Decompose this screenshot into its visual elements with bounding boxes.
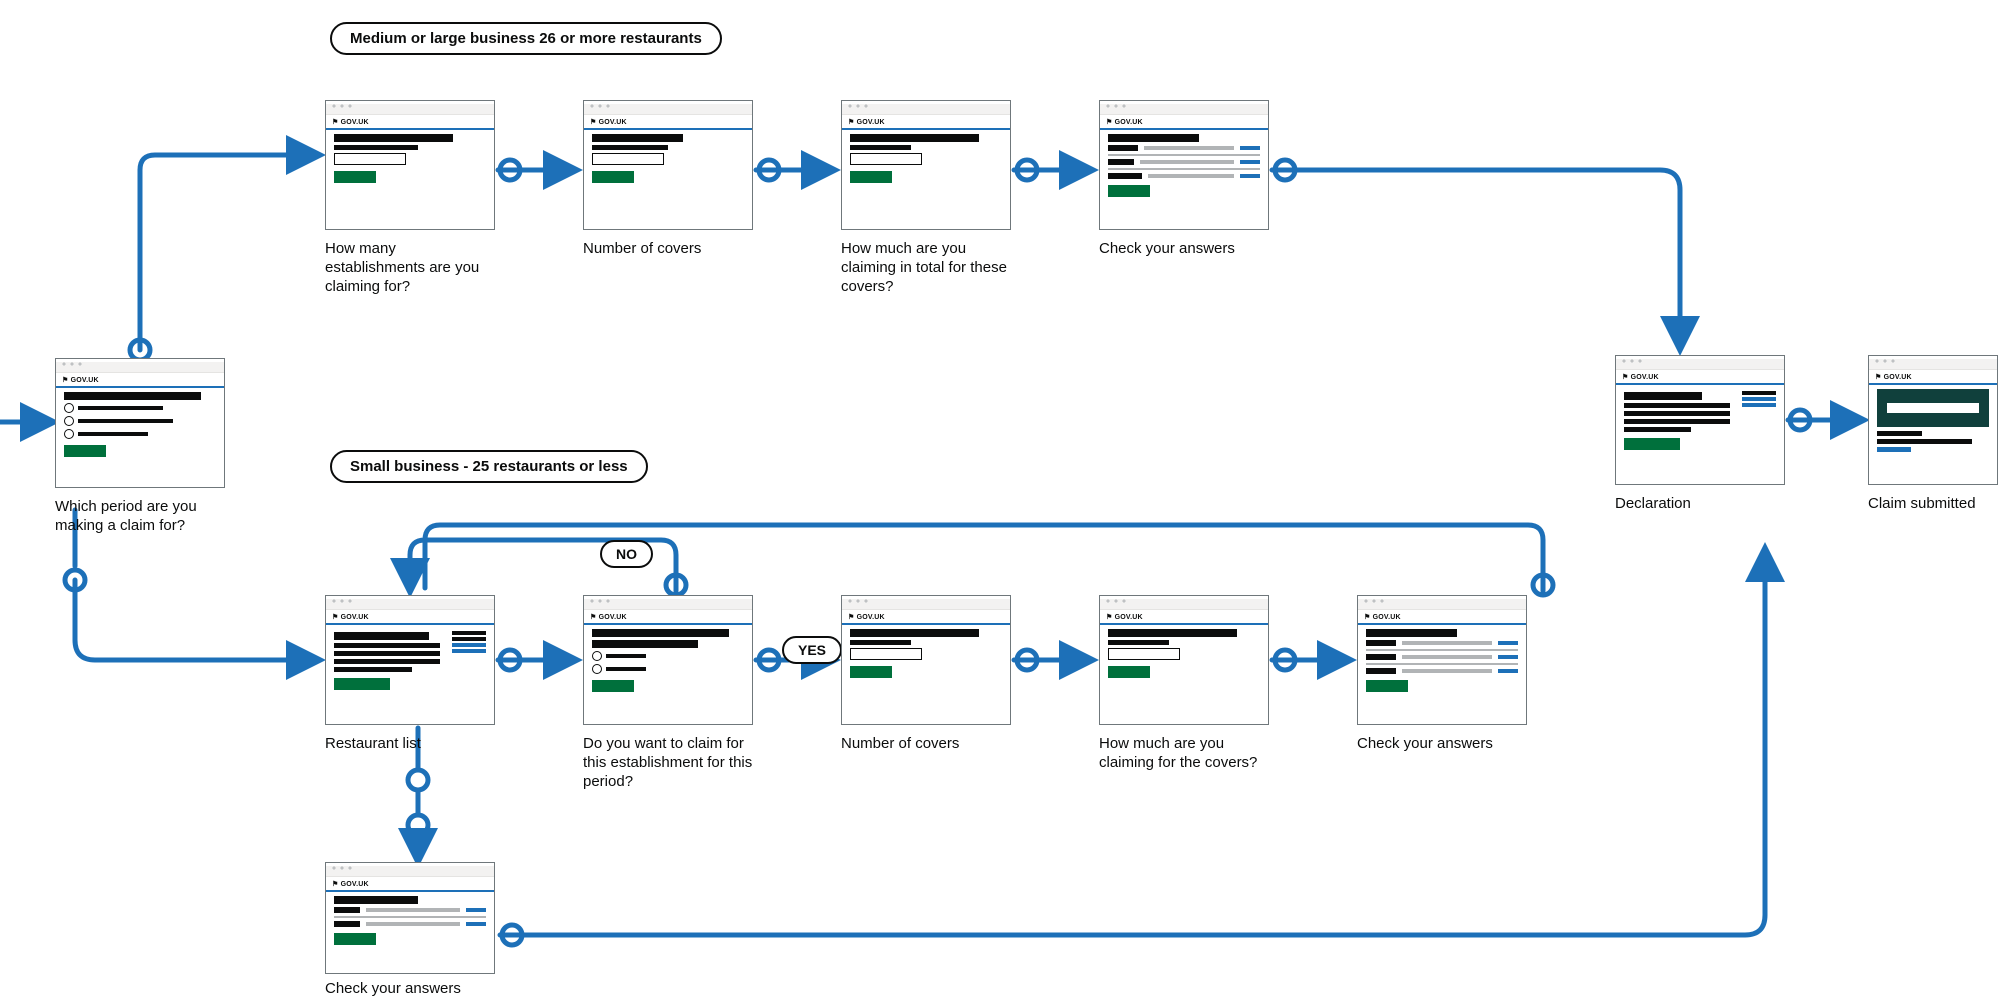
node-large-establishments: ⚑ GOV.UK How many establishments are you… <box>325 100 495 296</box>
govuk-brand: ⚑ GOV.UK <box>584 610 752 623</box>
node-caption: Check your answers <box>1357 735 1527 754</box>
govuk-brand: ⚑ GOV.UK <box>326 877 494 890</box>
decision-no-text: NO <box>616 546 637 562</box>
node-caption: Check your answers <box>325 980 495 999</box>
govuk-brand: ⚑ GOV.UK <box>1869 370 1997 383</box>
govuk-brand: ⚑ GOV.UK <box>584 115 752 128</box>
govuk-brand: ⚑ GOV.UK <box>1100 610 1268 623</box>
govuk-brand: ⚑ GOV.UK <box>842 115 1010 128</box>
node-caption: How many establishments are you claiming… <box>325 240 495 296</box>
govuk-brand: ⚑ GOV.UK <box>1100 115 1268 128</box>
decision-no: NO <box>600 540 653 568</box>
govuk-brand: ⚑ GOV.UK <box>842 610 1010 623</box>
page-thumb: ⚑ GOV.UK <box>1615 355 1785 485</box>
page-thumb: ⚑ GOV.UK <box>325 100 495 230</box>
govuk-brand: ⚑ GOV.UK <box>326 115 494 128</box>
govuk-brand: ⚑ GOV.UK <box>1616 370 1784 383</box>
node-small-restaurants: ⚑ GOV.UK Restaurant list <box>325 595 495 754</box>
node-large-covers: ⚑ GOV.UK Number of covers <box>583 100 753 259</box>
govuk-brand: ⚑ GOV.UK <box>56 373 224 386</box>
page-thumb: ⚑ GOV.UK <box>841 100 1011 230</box>
node-caption: Restaurant list <box>325 735 495 754</box>
node-small-claim-q: ⚑ GOV.UK Do you want to claim for this e… <box>583 595 753 791</box>
node-caption: How much are you claiming for the covers… <box>1099 735 1269 773</box>
node-declaration: ⚑ GOV.UK Declaration <box>1615 355 1785 514</box>
node-submitted: ⚑ GOV.UK Claim submitted <box>1868 355 1998 514</box>
node-large-amount: ⚑ GOV.UK How much are you claiming in to… <box>841 100 1011 296</box>
node-small-check-lower: ⚑ GOV.UK Check your answers <box>325 862 495 999</box>
page-thumb: ⚑ GOV.UK <box>583 100 753 230</box>
node-caption: Do you want to claim for this establishm… <box>583 735 753 791</box>
page-thumb: ⚑ GOV.UK <box>1868 355 1998 485</box>
page-thumb: ⚑ GOV.UK <box>583 595 753 725</box>
page-thumb: ⚑ GOV.UK <box>1099 595 1269 725</box>
node-small-amount: ⚑ GOV.UK How much are you claiming for t… <box>1099 595 1269 773</box>
node-caption: Number of covers <box>841 735 1011 754</box>
page-thumb: ⚑ GOV.UK <box>55 358 225 488</box>
page-thumb: ⚑ GOV.UK <box>325 595 495 725</box>
branch-label-large-text: Medium or large business 26 or more rest… <box>350 30 702 47</box>
page-thumb: ⚑ GOV.UK <box>325 862 495 974</box>
decision-yes-text: YES <box>798 642 826 658</box>
page-thumb: ⚑ GOV.UK <box>1357 595 1527 725</box>
branch-label-small: Small business - 25 restaurants or less <box>330 450 648 483</box>
decision-yes: YES <box>782 636 842 664</box>
govuk-brand: ⚑ GOV.UK <box>326 610 494 623</box>
node-caption: How much are you claiming in total for t… <box>841 240 1011 296</box>
page-thumb: ⚑ GOV.UK <box>1099 100 1269 230</box>
node-caption: Which period are you making a claim for? <box>55 498 225 536</box>
branch-label-small-text: Small business - 25 restaurants or less <box>350 458 628 475</box>
flow-diagram: Medium or large business 26 or more rest… <box>0 0 2000 993</box>
node-large-check: ⚑ GOV.UK Check your answers <box>1099 100 1269 259</box>
branch-label-large: Medium or large business 26 or more rest… <box>330 22 722 55</box>
node-caption: Claim submitted <box>1868 495 1998 514</box>
node-caption: Check your answers <box>1099 240 1269 259</box>
node-caption: Declaration <box>1615 495 1785 514</box>
node-caption: Number of covers <box>583 240 753 259</box>
node-small-check: ⚑ GOV.UK Check your answers <box>1357 595 1527 754</box>
page-thumb: ⚑ GOV.UK <box>841 595 1011 725</box>
govuk-brand: ⚑ GOV.UK <box>1358 610 1526 623</box>
node-small-covers: ⚑ GOV.UK Number of covers <box>841 595 1011 754</box>
node-start: ⚑ GOV.UK Which period are you making a c… <box>55 358 225 536</box>
